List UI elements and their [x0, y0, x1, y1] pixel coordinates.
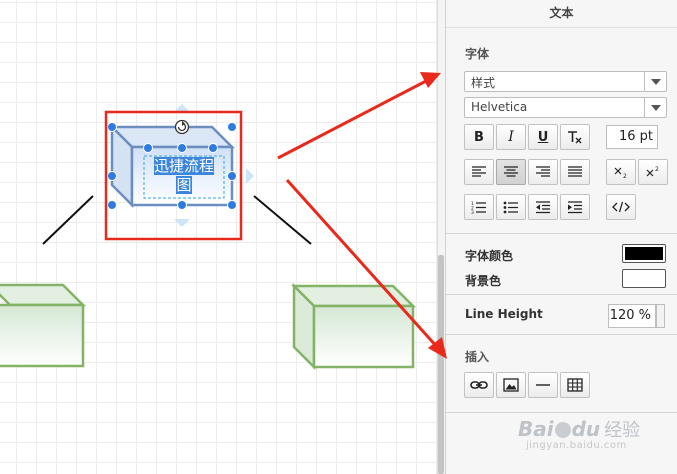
bold-button-label: B: [474, 129, 484, 145]
table-icon: [567, 378, 583, 392]
horizontal-rule-icon: [536, 384, 550, 386]
font-color-fill: [625, 247, 663, 260]
insert-section-title: 插入: [465, 350, 490, 364]
insert-horizontal-rule-button[interactable]: [528, 372, 558, 398]
code-icon: [612, 201, 630, 213]
bullet-list-button[interactable]: [496, 194, 526, 220]
baidu-jingyan-watermark: Bai du 经验 jingyan.baidu.com: [518, 416, 641, 451]
baidu-paw-icon: [554, 422, 571, 438]
watermark-url: jingyan.baidu.com: [526, 440, 627, 451]
numbered-list-icon: 123: [471, 201, 486, 214]
clear-format-icon: [568, 131, 582, 144]
indent-button[interactable]: [560, 194, 590, 220]
diagram-drawing: [0, 104, 417, 371]
cube-shape-left: [0, 283, 87, 368]
insert-table-button[interactable]: [560, 372, 590, 398]
diagram-canvas[interactable]: 迅捷流程 图: [0, 0, 437, 474]
font-size-input[interactable]: 16 pt: [606, 125, 658, 149]
watermark-logo: Bai: [518, 417, 554, 441]
font-family-select[interactable]: Helvetica: [464, 97, 667, 118]
svg-text:3: 3: [471, 210, 474, 214]
font-color-swatch[interactable]: [622, 244, 666, 263]
image-icon: [503, 378, 519, 392]
html-code-button[interactable]: [606, 194, 636, 220]
outdent-button[interactable]: [528, 194, 558, 220]
subscript-button[interactable]: 2: [606, 159, 636, 185]
numbered-list-button[interactable]: 123: [464, 194, 494, 220]
tab-text[interactable]: 文本: [446, 0, 677, 28]
color-section: 字体颜色 背景色: [446, 234, 677, 295]
chevron-down-icon: [644, 72, 666, 91]
align-justify-button[interactable]: [560, 159, 590, 185]
line-height-label: Line Height: [465, 307, 543, 321]
underline-button-label: U: [537, 129, 549, 145]
font-section: 字体 样式 Helvetica B I U 16 pt 2 2 1 2 3: [446, 28, 677, 234]
insert-image-button[interactable]: [496, 372, 526, 398]
rotate-handle-icon: [174, 119, 190, 135]
canvas-scrollbar-thumb[interactable]: [438, 255, 444, 474]
italic-button-label: I: [508, 129, 514, 145]
selected-shape-label-line1: 迅捷流程: [153, 157, 214, 175]
font-family-select-value: Helvetica: [471, 100, 528, 114]
connector-line-left: [42, 195, 94, 245]
clear-format-button[interactable]: [560, 124, 590, 150]
superscript-button[interactable]: 2: [638, 159, 668, 185]
font-section-title: 字体: [465, 47, 490, 61]
selected-shape-label[interactable]: 迅捷流程 图: [147, 157, 221, 195]
background-color-fill: [625, 272, 663, 285]
bold-button[interactable]: B: [464, 124, 494, 150]
align-left-button[interactable]: [464, 159, 494, 185]
cube-shape-right: [290, 282, 417, 371]
font-style-select[interactable]: 样式: [464, 71, 667, 92]
font-style-select-value: 样式: [471, 76, 496, 90]
align-left-icon: [472, 166, 486, 177]
underline-button[interactable]: U: [528, 124, 558, 150]
svg-text:2: 2: [623, 173, 627, 179]
insert-link-button[interactable]: [464, 372, 494, 398]
connector-line-right: [253, 195, 312, 245]
superscript-icon: 2: [646, 166, 659, 177]
chevron-down-icon: [644, 98, 666, 117]
font-color-label: 字体颜色: [465, 249, 514, 263]
align-right-button[interactable]: [528, 159, 558, 185]
insert-section: 插入: [446, 335, 677, 413]
svg-text:2: 2: [655, 166, 659, 173]
line-height-section: Line Height 120 %: [446, 295, 677, 335]
outdent-icon: [536, 201, 550, 214]
align-right-icon: [536, 166, 550, 177]
bullet-list-icon: [503, 201, 518, 214]
watermark-logo-suffix: du: [571, 417, 601, 441]
indent-icon: [568, 201, 582, 214]
line-height-input[interactable]: 120 %: [608, 304, 656, 328]
line-height-stepper[interactable]: [656, 304, 665, 328]
align-center-button[interactable]: [496, 159, 526, 185]
subscript-icon: 2: [614, 167, 627, 179]
background-color-label: 背景色: [465, 274, 502, 288]
link-icon: [470, 381, 488, 389]
align-justify-icon: [568, 166, 582, 177]
align-center-icon: [504, 166, 518, 177]
background-color-swatch[interactable]: [622, 269, 666, 288]
format-panel: 文本 字体 样式 Helvetica B I U 16 pt 2 2 1 2 3…: [445, 0, 677, 474]
selected-shape-label-line2: 图: [176, 176, 192, 194]
watermark-jingyan: 经验: [604, 420, 641, 441]
italic-button[interactable]: I: [496, 124, 526, 150]
